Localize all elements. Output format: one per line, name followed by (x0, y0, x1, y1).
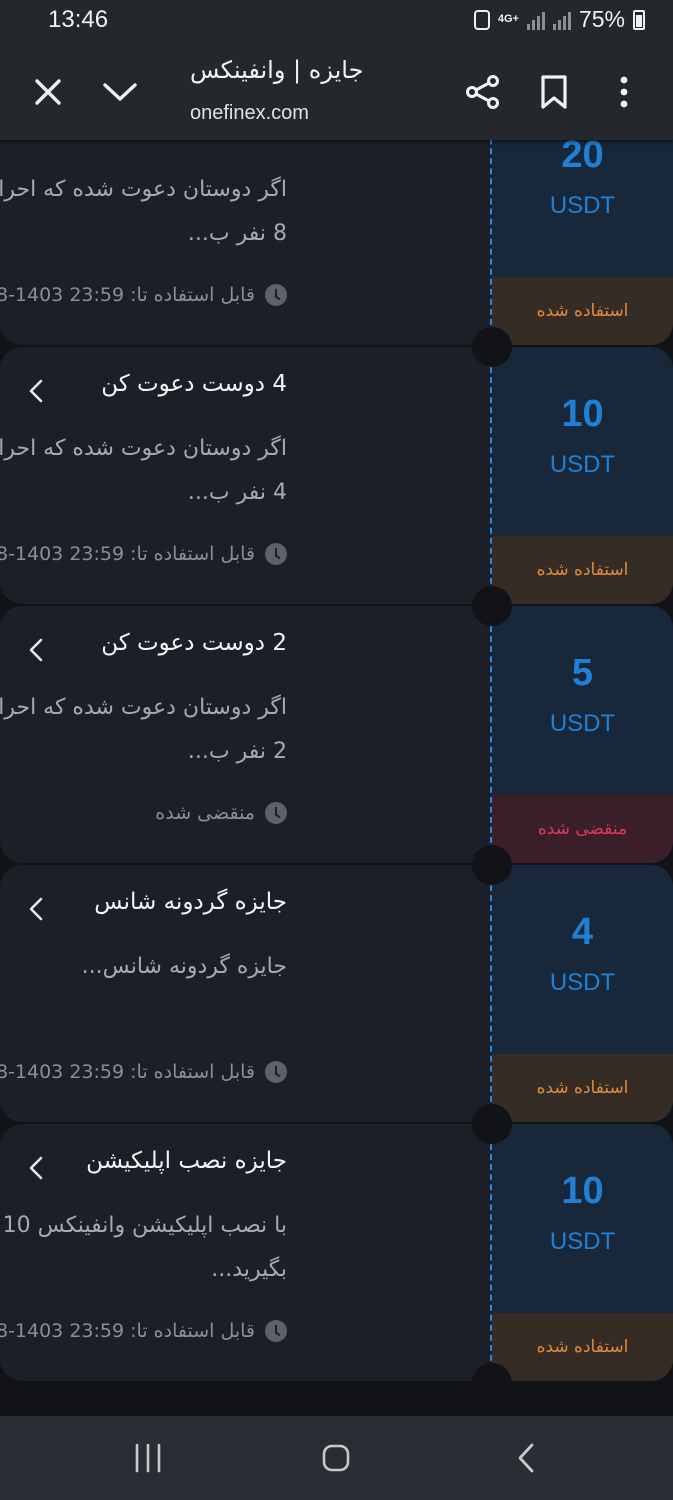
reward-amount: 10 (561, 1170, 604, 1212)
reward-unit: USDT (549, 1228, 616, 1255)
chevron-left-icon (29, 897, 43, 921)
chevron-down-icon (103, 83, 137, 101)
reward-description: با نصب اپلیکیشن وانفینکس 10 تتر جایزه بگ… (0, 1213, 287, 1282)
reward-title: 4 دوست دعوت کن (101, 371, 287, 397)
reward-amount-panel: 4 USDT استفاده شده (492, 865, 673, 1122)
reward-expiry: منقضی شده (155, 802, 287, 824)
ticket-notch (472, 327, 512, 367)
divider-dashed (490, 865, 492, 1122)
close-icon (35, 79, 61, 105)
status-time: 13:46 (48, 6, 109, 33)
page-url: onefinex.com (190, 102, 309, 124)
reward-card-body: جایزه نصب اپلیکیشن با نصب اپلیکیشن وانفی… (0, 1124, 492, 1381)
reward-expiry: قابل استفاده تا: 23:59 1403-08-19 (0, 1061, 287, 1083)
divider-dashed (490, 606, 492, 863)
signal-icon (552, 10, 571, 30)
ticket-notch (472, 586, 512, 626)
share-button[interactable] (459, 68, 507, 116)
reward-unit: USDT (549, 451, 616, 478)
back-icon (518, 1443, 534, 1473)
reward-card-body: 2 دوست دعوت کن اگر دوستان دعوت شده که اح… (0, 606, 492, 863)
clock-icon (265, 1061, 287, 1083)
battery-icon (633, 9, 645, 30)
reward-expiry: قابل استفاده تا: 23:59 1403-08-19 (0, 1320, 287, 1342)
clock-icon (265, 802, 287, 824)
reward-amount: 4 (571, 911, 594, 953)
reward-description: جایزه گردونه شانس... (81, 954, 287, 979)
status-icons: 4G+ 75% (473, 6, 645, 33)
reward-expiry-text: قابل استفاده تا: 23:59 1403-08-27 (0, 543, 255, 565)
divider-dashed (490, 140, 492, 345)
reward-status: استفاده شده (492, 1054, 673, 1122)
reward-amount-panel: 10 USDT استفاده شده (492, 347, 673, 604)
home-icon (322, 1444, 350, 1472)
reward-description: اگر دوستان دعوت شده که احراز هویت کردند … (0, 177, 287, 246)
home-button[interactable] (306, 1434, 366, 1482)
share-icon (466, 75, 499, 109)
ticket-notch (472, 1104, 512, 1144)
battery-level: 75% (578, 6, 625, 32)
reward-status: منقضی شده (492, 795, 673, 863)
reward-expiry-text: قابل استفاده تا: 23:59 1403-08-19 (0, 1320, 255, 1342)
network-type: 4G+ (497, 13, 519, 25)
clock-icon (265, 1320, 287, 1342)
reward-expiry-text: قابل استفاده تا: 23:59 1403-08-28 (0, 284, 255, 306)
system-nav-bar (0, 1416, 673, 1500)
reward-expiry: قابل استفاده تا: 23:59 1403-08-28 (0, 284, 287, 306)
more-vertical-icon (620, 76, 628, 108)
reward-expiry-text: قابل استفاده تا: 23:59 1403-08-19 (0, 1061, 255, 1083)
recent-apps-button[interactable] (118, 1434, 178, 1482)
reward-description: اگر دوستان دعوت شده که احراز هویت کردند … (0, 695, 287, 764)
reward-card-body: اگر دوستان دعوت شده که احراز هویت کردند … (0, 140, 492, 345)
reward-expiry: قابل استفاده تا: 23:59 1403-08-27 (0, 543, 287, 565)
ticket-notch (472, 1363, 512, 1403)
reward-card[interactable]: اگر دوستان دعوت شده که احراز هویت کردند … (0, 140, 673, 345)
reward-description: اگر دوستان دعوت شده که احراز هویت کردند … (0, 436, 287, 505)
reward-status: استفاده شده (492, 1313, 673, 1381)
reward-status: استفاده شده (492, 277, 673, 345)
status-bar: 13:46 4G+ 75% (0, 0, 673, 44)
bookmark-button[interactable] (530, 68, 578, 116)
more-options-button[interactable] (600, 68, 648, 116)
ticket-notch (472, 845, 512, 885)
reward-title: جایزه گردونه شانس (94, 889, 287, 915)
app-bar: جایزه | وانفینکس onefinex.com (0, 44, 673, 140)
clock-icon (265, 543, 287, 565)
clock-icon (265, 284, 287, 306)
reward-card[interactable]: 2 دوست دعوت کن اگر دوستان دعوت شده که اح… (0, 606, 673, 863)
reward-card[interactable]: جایزه نصب اپلیکیشن با نصب اپلیکیشن وانفی… (0, 1124, 673, 1381)
reward-unit: USDT (549, 192, 616, 219)
divider-dashed (490, 1124, 492, 1381)
reward-amount-panel: 20 USDT استفاده شده (492, 140, 673, 345)
back-button[interactable] (496, 1434, 556, 1482)
reward-title: 2 دوست دعوت کن (101, 630, 287, 656)
divider-dashed (490, 347, 492, 604)
reward-unit: USDT (549, 710, 616, 737)
reward-amount: 10 (561, 393, 604, 435)
reward-amount: 20 (561, 140, 604, 176)
reward-expiry-text: منقضی شده (155, 802, 255, 824)
reward-card-body: 4 دوست دعوت کن اگر دوستان دعوت شده که اح… (0, 347, 492, 604)
reward-unit: USDT (549, 969, 616, 996)
close-button[interactable] (24, 68, 72, 116)
signal-icon (526, 10, 545, 30)
rewards-list: اگر دوستان دعوت شده که احراز هویت کردند … (0, 140, 673, 1416)
reward-card[interactable]: جایزه گردونه شانس جایزه گردونه شانس... ق… (0, 865, 673, 1122)
minimize-button[interactable] (96, 68, 144, 116)
page-title: جایزه | وانفینکس (190, 56, 364, 84)
bookmark-icon (541, 75, 567, 109)
chevron-left-icon (29, 638, 43, 662)
reward-card[interactable]: 4 دوست دعوت کن اگر دوستان دعوت شده که اح… (0, 347, 673, 604)
recent-apps-icon (135, 1443, 161, 1473)
reward-amount-panel: 10 USDT استفاده شده (492, 1124, 673, 1381)
reward-title: جایزه نصب اپلیکیشن (86, 1148, 287, 1174)
reward-status: استفاده شده (492, 536, 673, 604)
reward-card-body: جایزه گردونه شانس جایزه گردونه شانس... ق… (0, 865, 492, 1122)
reward-amount-panel: 5 USDT منقضی شده (492, 606, 673, 863)
screen-record-icon (473, 9, 490, 30)
chevron-left-icon (29, 1156, 43, 1180)
reward-amount: 5 (571, 652, 594, 694)
chevron-left-icon (29, 379, 43, 403)
